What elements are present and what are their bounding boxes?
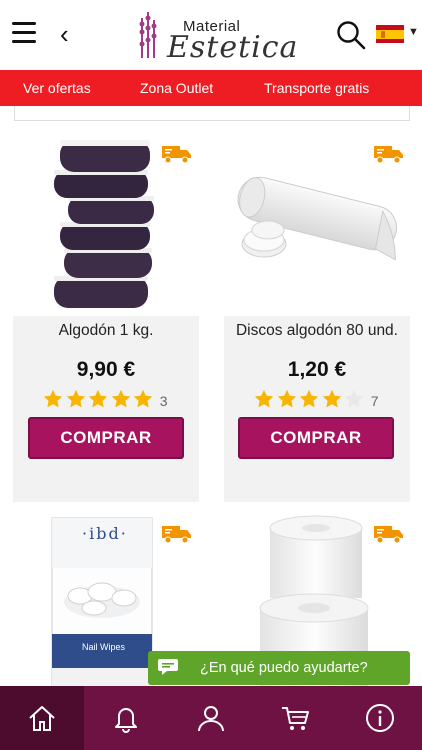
star-filled-icon — [111, 389, 130, 408]
product-price: 1,20 € — [287, 358, 347, 381]
promo-link-transporte[interactable]: Transporte gratis — [264, 80, 369, 96]
review-count: 7 — [370, 393, 379, 409]
brand-logo[interactable]: Material Estetica — [135, 10, 297, 65]
previous-card-edge — [14, 106, 410, 121]
cart-icon — [282, 707, 309, 730]
cotton-pads-roll-image[interactable] — [228, 166, 408, 280]
user-icon — [198, 706, 224, 732]
promo-bar: Ver ofertas Zona Outlet Transporte grati… — [0, 70, 422, 106]
chat-help-button[interactable]: ¿En qué puedo ayudarte? — [148, 651, 410, 685]
tab-account[interactable] — [169, 686, 253, 750]
logo-text-estetica: Estetica — [167, 30, 299, 65]
menu-icon[interactable] — [12, 22, 36, 44]
truck-icon — [162, 526, 191, 544]
tab-notifications[interactable] — [84, 686, 168, 750]
product-info-panel: Discos algodón 80 und. 1,20 € 7 COMPRAR — [224, 316, 410, 502]
star-filled-icon — [300, 389, 319, 408]
language-dropdown-icon[interactable]: ▼ — [408, 26, 419, 38]
product-name[interactable]: Algodón 1 kg. — [13, 322, 199, 340]
product-price: 9,90 € — [76, 358, 136, 381]
truck-icon — [162, 146, 191, 164]
spain-flag-icon[interactable] — [376, 25, 404, 43]
promo-link-outlet[interactable]: Zona Outlet — [140, 80, 213, 96]
truck-icon — [374, 526, 403, 544]
product-info-panel: Algodón 1 kg. 9,90 € 3 COMPRAR — [13, 316, 199, 502]
tab-info[interactable] — [338, 686, 422, 750]
star-empty-icon — [345, 389, 364, 408]
app-header: ‹ Material Estetica ▼ — [0, 0, 422, 70]
buy-button[interactable]: COMPRAR — [238, 417, 394, 459]
star-filled-icon — [255, 389, 274, 408]
chat-help-label: ¿En qué puedo ayudarte? — [200, 660, 368, 676]
rating-stars: 3 — [13, 388, 199, 415]
star-filled-icon — [89, 389, 108, 408]
tab-home[interactable] — [0, 686, 84, 750]
cotton-roll-stack-image[interactable] — [48, 136, 160, 312]
chat-bubble-icon — [158, 659, 178, 675]
promo-link-ofertas[interactable]: Ver ofertas — [23, 80, 91, 96]
home-icon — [29, 706, 55, 731]
product-name[interactable]: Discos algodón 80 und. — [224, 322, 410, 340]
rating-stars: 7 — [224, 388, 410, 415]
bottom-tab-bar — [0, 686, 422, 750]
star-filled-icon — [134, 389, 153, 408]
star-filled-icon — [277, 389, 297, 408]
bell-icon — [115, 708, 137, 733]
truck-icon — [374, 146, 403, 164]
review-count: 3 — [159, 393, 168, 409]
tab-cart[interactable] — [253, 686, 337, 750]
star-filled-icon — [44, 389, 63, 408]
info-icon — [366, 704, 394, 732]
box-brand-label: ·ibd· — [82, 524, 128, 543]
back-chevron-icon[interactable]: ‹ — [60, 20, 69, 48]
box-product-label: Nail Wipes — [82, 642, 126, 652]
buy-button[interactable]: COMPRAR — [28, 417, 184, 459]
star-filled-icon — [66, 389, 86, 408]
search-icon[interactable] — [336, 20, 366, 50]
star-filled-icon — [322, 389, 341, 408]
logo-lavender-icon — [139, 12, 157, 58]
